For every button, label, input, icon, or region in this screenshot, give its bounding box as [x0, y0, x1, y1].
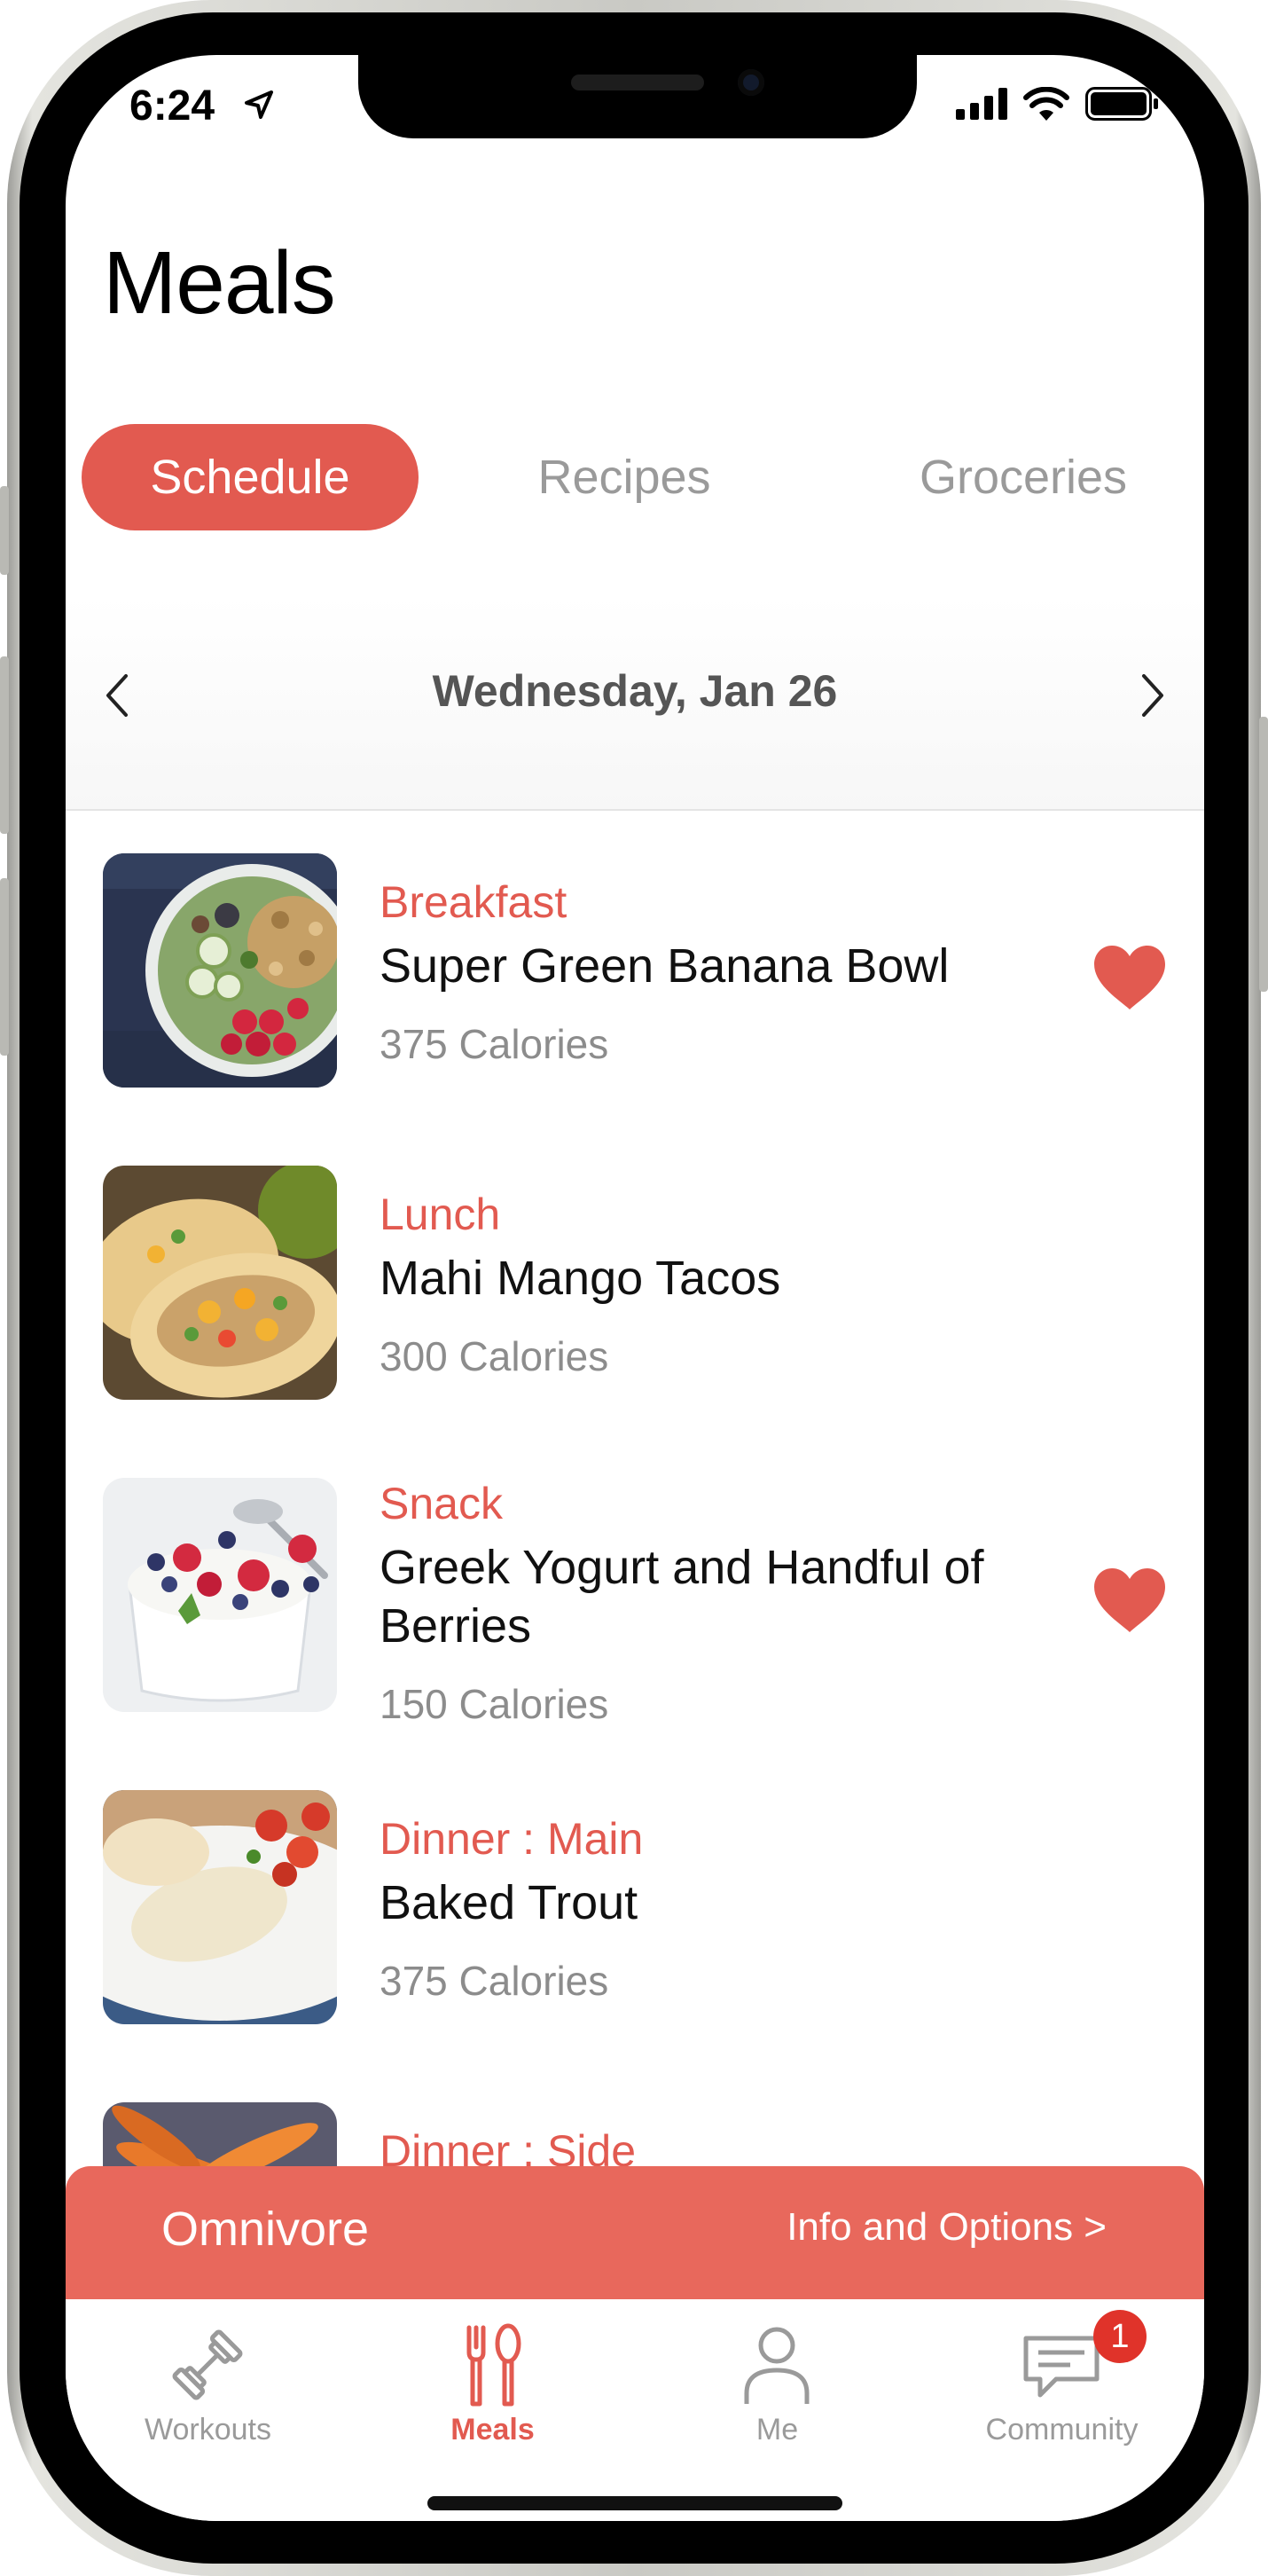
location-arrow-icon: [245, 90, 273, 119]
notch: [358, 55, 917, 138]
meal-type: Breakfast: [380, 877, 567, 927]
meal-calories: 300 Calories: [380, 1333, 609, 1379]
meal-photo: [103, 1166, 337, 1400]
tab-label: Community: [985, 2413, 1139, 2446]
tab-meals[interactable]: Meals: [350, 2299, 635, 2477]
silent-switch: [0, 486, 9, 575]
meal-name: Baked Trout: [380, 1876, 638, 1929]
status-time: 6:24: [129, 82, 215, 130]
chat-bubble-icon: [1023, 2336, 1100, 2398]
meal-calories: 375 Calories: [380, 1021, 609, 1067]
heart-icon[interactable]: [1092, 1567, 1167, 1634]
info-options-link[interactable]: Info and Options >: [787, 2205, 1107, 2250]
plan-bar[interactable]: Omnivore Info and Options >: [66, 2166, 1204, 2299]
meal-name: Mahi Mango Tacos: [380, 1252, 781, 1305]
battery-icon: [1085, 87, 1158, 121]
meal-name: Greek Yogurt and Handful of Berries: [380, 1541, 984, 1653]
meal-item-dinner-main[interactable]: Dinner : Main Baked Trout 375 Calories: [66, 1790, 1204, 2030]
speaker-grille: [571, 75, 704, 90]
cellular-signal-icon: [956, 88, 1007, 120]
meal-type: Lunch: [380, 1190, 501, 1239]
meal-type: Snack: [380, 1479, 503, 1528]
chevron-right-icon[interactable]: [1135, 669, 1170, 722]
meal-calories: 375 Calories: [380, 1958, 609, 2004]
tab-label: Me: [755, 2413, 799, 2446]
heart-icon[interactable]: [1092, 944, 1167, 1011]
meal-item-breakfast[interactable]: Breakfast Super Green Banana Bowl 375 Ca…: [66, 853, 1204, 1093]
tab-schedule[interactable]: Schedule: [82, 424, 419, 530]
plan-name: Omnivore: [161, 2203, 370, 2256]
home-indicator[interactable]: [427, 2496, 842, 2510]
page-title: Meals: [103, 233, 336, 333]
meal-photo: [103, 1790, 337, 2024]
date-label: Wednesday, Jan 26: [432, 666, 838, 716]
screen: 6:24 Meals Schedule Recipes Groceries We…: [66, 55, 1204, 2521]
wifi-icon: [1023, 87, 1069, 121]
meal-name: Super Green Banana Bowl: [380, 939, 950, 993]
person-icon: [744, 2327, 810, 2404]
tab-workouts[interactable]: Workouts: [66, 2299, 350, 2477]
tab-me[interactable]: Me: [635, 2299, 920, 2477]
notification-badge: 1: [1093, 2310, 1147, 2363]
meal-type: Dinner : Main: [380, 1814, 644, 1864]
tab-community[interactable]: 1 Community: [920, 2299, 1204, 2477]
meal-photo: [103, 853, 337, 1088]
volume-down-button: [0, 878, 9, 1056]
volume-up-button: [0, 656, 9, 834]
tab-groceries[interactable]: Groceries: [890, 424, 1156, 530]
bottom-tab-bar: Workouts Meals Me 1 Community: [66, 2299, 1204, 2521]
power-button: [1259, 717, 1268, 992]
meal-item-snack[interactable]: Snack Greek Yogurt and Handful of Berrie…: [66, 1478, 1204, 1744]
front-camera: [738, 69, 764, 96]
tab-label: Meals: [450, 2413, 535, 2446]
meal-photo: [103, 1478, 337, 1712]
tab-recipes[interactable]: Recipes: [518, 424, 731, 530]
meal-calories: 150 Calories: [380, 1681, 609, 1727]
fork-spoon-icon: [466, 2323, 521, 2407]
status-indicators: [956, 87, 1160, 121]
tab-label: Workouts: [145, 2413, 271, 2446]
date-navigator: Wednesday, Jan 26: [66, 596, 1204, 811]
meal-item-lunch[interactable]: Lunch Mahi Mango Tacos 300 Calories: [66, 1166, 1204, 1405]
dumbbell-icon: [172, 2329, 243, 2400]
